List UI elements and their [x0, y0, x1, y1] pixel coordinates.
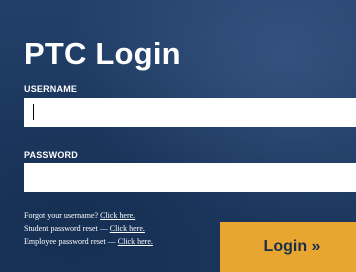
student-reset-link[interactable]: Click here.: [110, 224, 145, 233]
employee-reset-row: Employee password reset — Click here.: [24, 235, 153, 248]
password-input[interactable]: [24, 163, 356, 192]
text-cursor: [33, 104, 34, 120]
forgot-username-link[interactable]: Click here.: [100, 211, 135, 220]
username-label: USERNAME: [24, 84, 78, 94]
login-button[interactable]: Login »: [220, 222, 356, 272]
forgot-username-row: Forgot your username? Click here.: [24, 209, 153, 222]
username-input[interactable]: [24, 98, 356, 127]
help-links: Forgot your username? Click here. Studen…: [24, 209, 153, 248]
employee-reset-text: Employee password reset —: [24, 237, 118, 246]
login-panel: PTC Login USERNAME PASSWORD Forgot your …: [0, 0, 356, 272]
student-reset-row: Student password reset — Click here.: [24, 222, 153, 235]
password-label: PASSWORD: [24, 150, 78, 160]
student-reset-text: Student password reset —: [24, 224, 110, 233]
employee-reset-link[interactable]: Click here.: [118, 237, 153, 246]
page-title: PTC Login: [24, 36, 181, 71]
forgot-username-text: Forgot your username?: [24, 211, 101, 220]
